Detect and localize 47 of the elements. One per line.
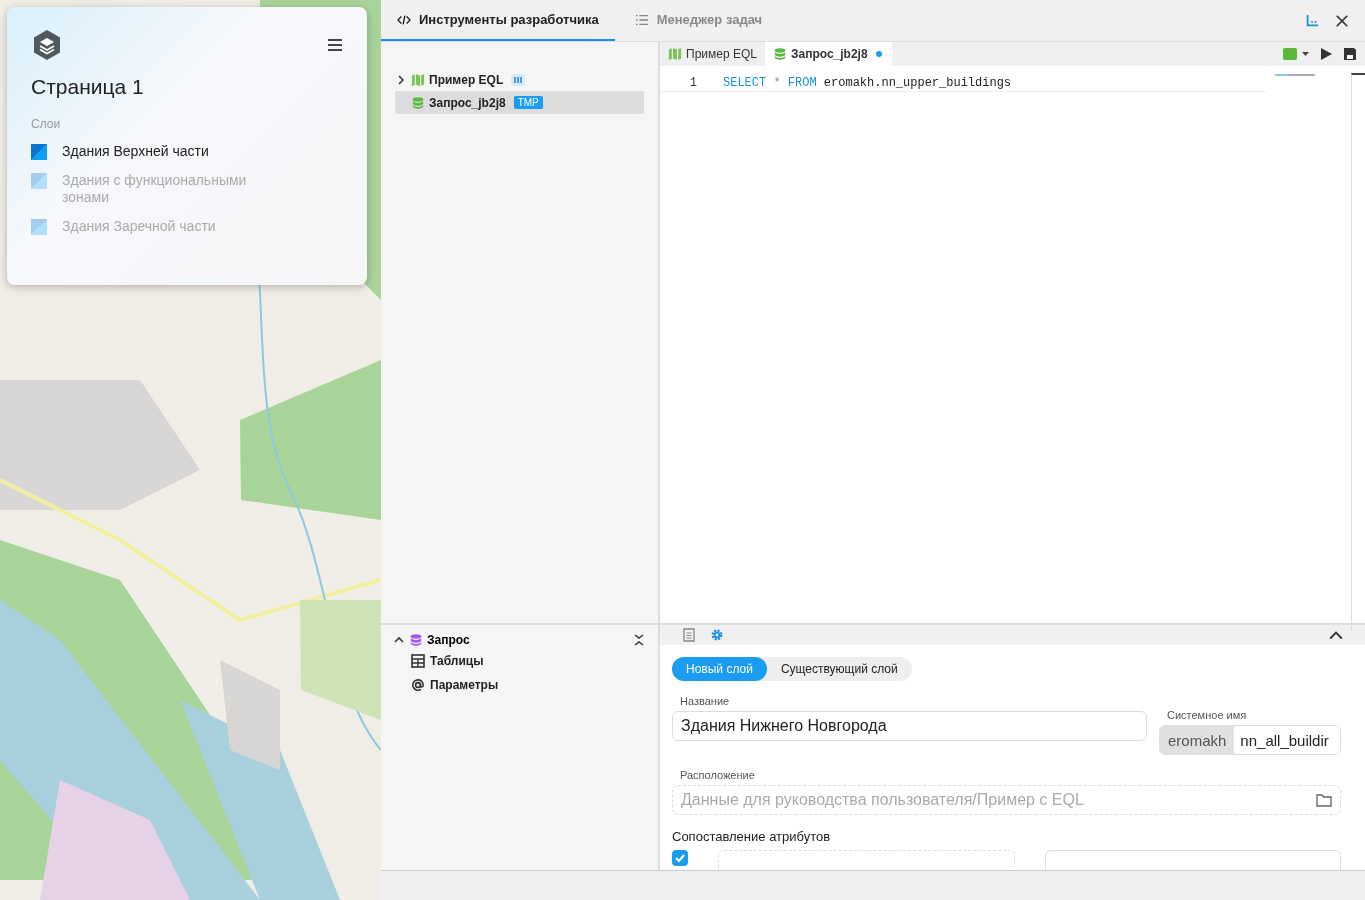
settings-icon[interactable] — [710, 628, 724, 642]
outline-item[interactable]: Таблицы — [411, 649, 644, 673]
line-number: 1 — [688, 76, 698, 90]
list-icon — [634, 12, 649, 27]
section-title: Запрос — [427, 633, 470, 647]
folder-icon[interactable] — [1316, 793, 1332, 807]
tree-item[interactable]: Запрос_jb2j8 TMP — [395, 91, 644, 114]
schema-prefix: eromakh — [1160, 726, 1235, 754]
tmp-badge: TMP — [513, 96, 543, 109]
columns-icon — [511, 73, 526, 86]
field-label: Системное имя — [1167, 709, 1248, 721]
tree-item[interactable]: Пример EQL — [395, 68, 644, 91]
at-sign-icon — [411, 678, 425, 692]
page-title: Страница 1 — [31, 75, 145, 99]
layer-name[interactable]: Здания Верхней части — [62, 143, 262, 160]
name-field[interactable]: Здания Нижнего Новгорода — [672, 711, 1147, 741]
editor-tab[interactable]: Пример EQL — [660, 42, 765, 66]
database-icon — [409, 633, 423, 647]
mode-tab[interactable]: Существующий слой — [766, 657, 912, 681]
chevron-icon[interactable] — [397, 74, 405, 85]
table-icon — [411, 654, 425, 668]
code-line: SELECT * FROM eromakh.nn_upper_buildings — [723, 76, 1012, 90]
layer-checkbox[interactable] — [31, 173, 47, 189]
outline-item[interactable]: Параметры — [411, 673, 644, 697]
field-label: Расположение — [680, 769, 756, 781]
section-label: Слои — [31, 117, 62, 131]
editor-tab[interactable]: Запрос_jb2j8 — [764, 42, 892, 66]
collapse-all-icon[interactable] — [634, 633, 644, 647]
map-icon — [411, 72, 425, 87]
play-icon[interactable] — [1319, 47, 1333, 61]
database-icon — [772, 47, 787, 61]
attribute-checkbox[interactable] — [672, 850, 688, 866]
logo-icon — [31, 29, 63, 61]
close-icon[interactable] — [1335, 13, 1349, 28]
location-input[interactable]: Данные для руководства пользователя/Пример с EQL — [673, 791, 1316, 809]
layer-checkbox[interactable] — [31, 219, 47, 235]
menu-icon[interactable] — [327, 38, 343, 52]
chevron-icon[interactable] — [394, 636, 404, 644]
database-icon — [411, 95, 425, 110]
location-field[interactable]: Данные для руководства пользователя/Пример с EQL — [672, 785, 1341, 815]
field-label: Название — [680, 695, 731, 707]
map-icon — [668, 47, 682, 61]
save-icon[interactable] — [1343, 47, 1357, 61]
document-icon[interactable] — [682, 628, 696, 642]
layer-checkbox[interactable] — [31, 144, 47, 160]
system-name-field[interactable]: eromakh nn_all_buildir — [1159, 725, 1341, 755]
section-title: Сопоставление атрибутов — [672, 829, 832, 844]
